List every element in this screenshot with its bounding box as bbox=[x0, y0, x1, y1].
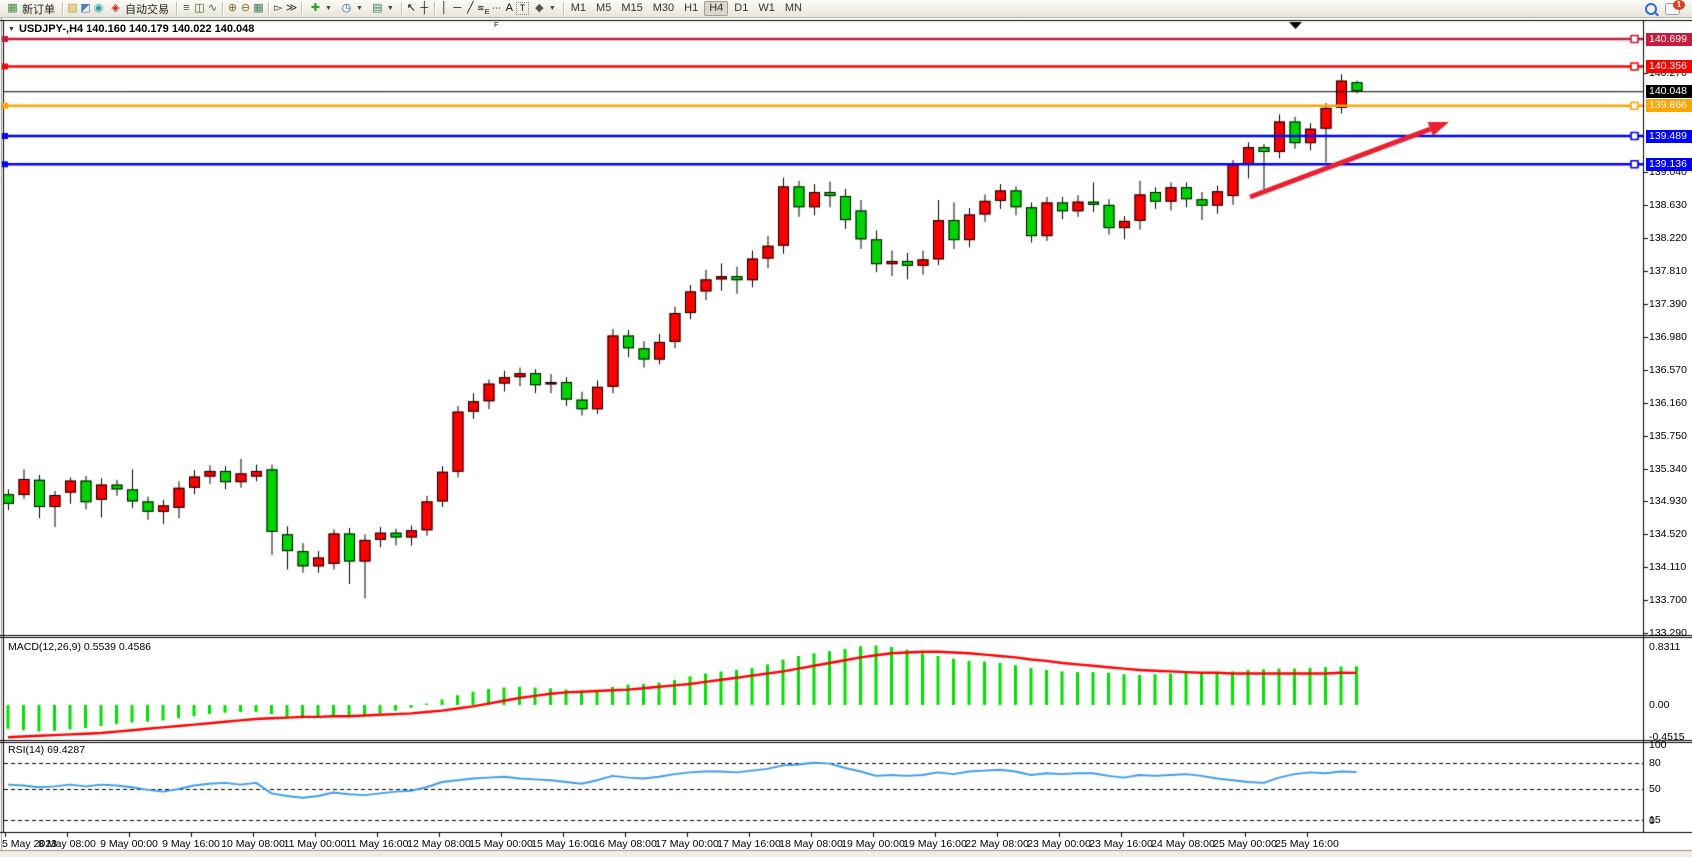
cursor-icon[interactable]: ↖ bbox=[405, 2, 418, 15]
price-tick-label: 133.700 bbox=[1649, 594, 1687, 606]
toolbar-separator bbox=[434, 2, 435, 15]
hline-price-label: 140.699 bbox=[1646, 33, 1692, 46]
chart-title-text: USDJPY-,H4 140.160 140.179 140.022 140.0… bbox=[19, 23, 254, 35]
time-tick-label[interactable]: 25 May 16:00 bbox=[1262, 838, 1352, 850]
periods-dropdown[interactable]: ◷ ▼ bbox=[336, 1, 367, 17]
new-order-button[interactable]: ▦ 新订单 bbox=[2, 1, 59, 17]
autotrading-icon: ◈ bbox=[109, 2, 122, 15]
text-label-icon[interactable]: T bbox=[516, 2, 529, 15]
toolbar-separator bbox=[62, 2, 63, 15]
toolbar-separator bbox=[301, 2, 302, 15]
zoom-out-icon[interactable]: ⊖ bbox=[239, 2, 252, 15]
trendline-icon[interactable]: ╱ bbox=[464, 2, 477, 15]
new-order-label: 新订单 bbox=[22, 1, 55, 17]
rsi-indicator-label: RSI(14) 69.4287 bbox=[8, 744, 85, 756]
price-tick-label: 137.810 bbox=[1649, 265, 1687, 277]
rsi-scale-label: 0 bbox=[1649, 815, 1655, 827]
price-tick-label: 134.110 bbox=[1649, 561, 1686, 573]
rsi-scale-label: 50 bbox=[1649, 783, 1661, 795]
timeframe-h4[interactable]: H4 bbox=[704, 1, 728, 16]
autotrading-button[interactable]: ◈ 自动交易 bbox=[105, 1, 173, 17]
chart-title[interactable]: ▼ USDJPY-,H4 140.160 140.179 140.022 140… bbox=[8, 23, 254, 35]
candle-chart-icon[interactable]: ◫ bbox=[193, 2, 206, 15]
profiles-icon[interactable]: ◩ bbox=[79, 2, 92, 15]
new-order-icon: ▦ bbox=[6, 2, 19, 15]
vertical-line-icon[interactable]: │ bbox=[438, 2, 451, 15]
notification-badge: 1 bbox=[1673, 0, 1685, 10]
macd-indicator-label: MACD(12,26,9) 0.5539 0.4586 bbox=[8, 641, 151, 653]
price-tick-label: 134.520 bbox=[1649, 528, 1687, 540]
timeframe-mn[interactable]: MN bbox=[781, 1, 806, 15]
chart-canvas[interactable] bbox=[0, 0, 1692, 857]
macd-scale-label: 0.00 bbox=[1649, 699, 1669, 711]
timeframe-m5[interactable]: M5 bbox=[592, 1, 615, 15]
toolbar-separator bbox=[563, 2, 564, 15]
timeframe-w1[interactable]: W1 bbox=[754, 1, 779, 15]
shapes-dropdown[interactable]: ◆ ▼ bbox=[529, 1, 560, 17]
price-tick-label: 136.160 bbox=[1649, 397, 1687, 409]
bar-chart-icon[interactable]: ≡ bbox=[180, 2, 193, 15]
price-tick-label: 136.570 bbox=[1649, 364, 1687, 376]
timeframe-bar: M1M5M15M30H1H4D1W1MN bbox=[567, 1, 806, 16]
rsi-scale-label: 80 bbox=[1649, 757, 1661, 769]
auto-scroll-icon[interactable]: ▻ bbox=[272, 2, 285, 15]
zoom-in-icon[interactable]: ⊕ bbox=[226, 2, 239, 15]
chevron-down-icon: ▼ bbox=[325, 5, 332, 12]
toolbar-separator bbox=[401, 2, 402, 15]
shapes-icon: ◆ bbox=[533, 2, 546, 15]
timeframe-h1[interactable]: H1 bbox=[680, 1, 702, 15]
chart-title-dropdown-icon[interactable]: ▼ bbox=[8, 26, 15, 33]
chevron-down-icon: ▼ bbox=[387, 5, 394, 12]
price-tick-label: 135.750 bbox=[1649, 430, 1687, 442]
hline-price-label: 140.356 bbox=[1646, 60, 1692, 73]
chart-shift-icon[interactable]: ≫ bbox=[285, 2, 298, 15]
toolbar-right: 1 bbox=[1645, 3, 1690, 15]
fibonacci-icon[interactable]: ⋯F bbox=[490, 2, 503, 15]
clock-icon: ◷ bbox=[340, 2, 353, 15]
timeframe-m30[interactable]: M30 bbox=[649, 1, 678, 15]
sound-icon[interactable]: ◉ bbox=[92, 2, 105, 15]
timeframe-m15[interactable]: M15 bbox=[617, 1, 646, 15]
horizontal-line-icon[interactable]: ─ bbox=[451, 2, 464, 15]
toolbar: ▦ 新订单 ▨ ◩ ◉ ◈ 自动交易 ≡ ◫ ∿ ⊕ ⊖ ▦ ▻ ≫ ✚ ▼ ◷… bbox=[0, 0, 1692, 18]
price-tick-label: 133.290 bbox=[1649, 627, 1687, 639]
add-indicator-icon: ✚ bbox=[309, 2, 322, 15]
text-icon[interactable]: A bbox=[503, 2, 516, 15]
indicators-dropdown[interactable]: ✚ ▼ bbox=[305, 1, 336, 17]
hline-price-label: 139.489 bbox=[1646, 130, 1692, 143]
chevron-down-icon: ▼ bbox=[356, 5, 363, 12]
tile-windows-icon[interactable]: ▦ bbox=[252, 2, 265, 15]
price-tick-label: 136.980 bbox=[1649, 331, 1687, 343]
hline-price-label: 139.866 bbox=[1646, 99, 1692, 112]
macd-scale-label: 0.8311 bbox=[1649, 641, 1680, 653]
chevron-down-icon: ▼ bbox=[549, 5, 556, 12]
toolbar-separator bbox=[176, 2, 177, 15]
timeframe-d1[interactable]: D1 bbox=[730, 1, 752, 15]
toolbar-separator bbox=[268, 2, 269, 15]
price-tick-label: 138.630 bbox=[1649, 199, 1687, 211]
timeframe-m1[interactable]: M1 bbox=[567, 1, 590, 15]
autotrading-label: 自动交易 bbox=[125, 1, 169, 17]
chat-icon[interactable]: 1 bbox=[1665, 3, 1680, 15]
price-tick-label: 137.390 bbox=[1649, 298, 1687, 310]
templates-dropdown[interactable]: ▤ ▼ bbox=[367, 1, 398, 17]
styler-icon[interactable]: ▨ bbox=[66, 2, 79, 15]
hline-price-label: 139.136 bbox=[1646, 158, 1692, 171]
toolbar-separator bbox=[222, 2, 223, 15]
crosshair-icon[interactable]: ┼ bbox=[418, 2, 431, 15]
price-tick-label: 135.340 bbox=[1649, 463, 1687, 475]
line-chart-icon[interactable]: ∿ bbox=[206, 2, 219, 15]
application-window: ▦ 新订单 ▨ ◩ ◉ ◈ 自动交易 ≡ ◫ ∿ ⊕ ⊖ ▦ ▻ ≫ ✚ ▼ ◷… bbox=[0, 0, 1692, 857]
search-icon[interactable] bbox=[1645, 3, 1657, 15]
rsi-scale-label: 100 bbox=[1649, 739, 1667, 751]
price-tick-label: 134.930 bbox=[1649, 495, 1687, 507]
price-tick-label: 138.220 bbox=[1649, 232, 1687, 244]
bid-price-label: 140.048 bbox=[1646, 85, 1692, 98]
equidistant-channel-icon[interactable]: ≋E bbox=[477, 2, 490, 15]
template-icon: ▤ bbox=[371, 2, 384, 15]
